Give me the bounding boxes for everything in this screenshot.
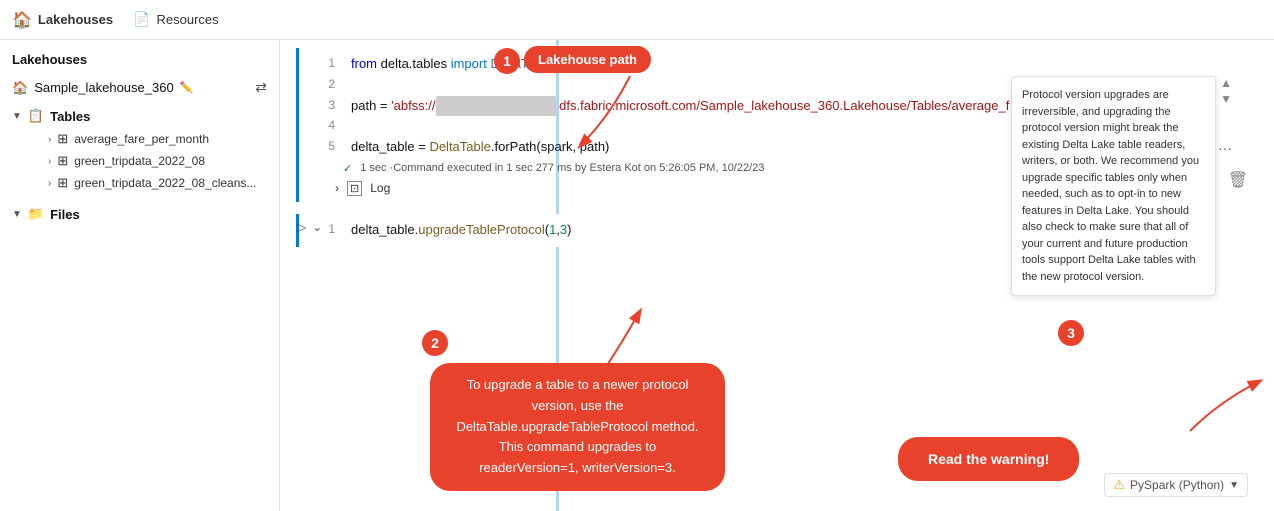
callout-1-num: 1 <box>494 48 520 74</box>
tables-label: Tables <box>50 109 90 124</box>
scroll-up-icon[interactable]: ▲ <box>1220 76 1232 90</box>
table-icon-3: ⊞ <box>57 175 68 191</box>
pyspark-badge[interactable]: ⚠ PySpark (Python) ▼ <box>1104 473 1248 497</box>
scroll-down-icon[interactable]: ▼ <box>1220 92 1232 106</box>
tables-section: ▼ 📋 Tables › ⊞ average_fare_per_month › … <box>0 100 279 198</box>
table-item-1[interactable]: › ⊞ average_fare_per_month <box>20 128 267 150</box>
tables-icon: 📋 <box>28 108 44 124</box>
code-area: 1 from delta.tables import DeltaTable 2 … <box>280 40 1274 511</box>
sidebar: Lakehouses 🏠 Sample_lakehouse_360 ✏️ ⇄ ▼… <box>0 40 280 511</box>
files-label: Files <box>50 207 80 222</box>
table-label-3: green_tripdata_2022_08_cleans... <box>74 176 256 190</box>
chevron-icon-2: › <box>48 156 51 167</box>
delete-button[interactable]: 🗑 <box>1228 170 1248 190</box>
sidebar-title: Lakehouses <box>0 48 279 75</box>
callout-3-box: Read the warning! <box>898 437 1079 481</box>
log-label: Log <box>370 181 390 195</box>
lakehouse-name: 🏠 Sample_lakehouse_360 ✏️ <box>12 80 193 96</box>
files-icon: 📁 <box>28 206 44 222</box>
resources-icon: 📄 <box>133 11 150 28</box>
warning-box: Protocol version upgrades are irreversib… <box>1011 76 1216 296</box>
warning-scroll: ▲ ▼ <box>1220 76 1232 106</box>
table-label-1: average_fare_per_month <box>74 132 209 146</box>
callout-1-box: Lakehouse path <box>524 46 651 73</box>
edit-icon: ✏️ <box>180 81 194 94</box>
table-label-2: green_tripdata_2022_08 <box>74 154 205 168</box>
callout-2-box: To upgrade a table to a newer protocol v… <box>430 363 725 491</box>
exec-check-icon: ✓ <box>343 162 352 175</box>
expand-icon[interactable]: ⌄ <box>312 220 322 234</box>
table-item-2[interactable]: › ⊞ green_tripdata_2022_08 <box>20 150 267 172</box>
exec-info-text: 1 sec ·Command executed in 1 sec 277 ms … <box>360 162 764 174</box>
resources-label: Resources <box>157 12 219 27</box>
table-icon-2: ⊞ <box>57 153 68 169</box>
chevron-icon: › <box>48 134 51 145</box>
code-line-1: 1 from delta.tables import DeltaTable <box>307 54 1262 75</box>
table-item-3[interactable]: › ⊞ green_tripdata_2022_08_cleans... <box>20 172 267 194</box>
pyspark-label: PySpark (Python) <box>1130 478 1224 492</box>
table-icon-1: ⊞ <box>57 131 68 147</box>
tables-chevron: ▼ <box>12 111 22 122</box>
resources-tab[interactable]: 📄 Resources <box>133 11 219 28</box>
warning-text: Protocol version upgrades are irreversib… <box>1022 89 1199 283</box>
pyspark-chevron: ▼ <box>1229 480 1239 491</box>
files-section: ▼ 📁 Files <box>0 198 279 230</box>
more-options-button[interactable]: ··· <box>1218 140 1232 156</box>
files-chevron: ▼ <box>12 209 22 220</box>
lakehouses-icon: 🏠 <box>12 10 32 30</box>
log-expand-icon: › <box>335 181 339 195</box>
tables-header[interactable]: ▼ 📋 Tables <box>12 104 267 128</box>
run-icon[interactable]: ▷ <box>297 220 306 234</box>
refresh-icon[interactable]: ⇄ <box>255 79 267 96</box>
log-box-icon: ⊡ <box>347 181 362 196</box>
delete-icon: 🗑 <box>1228 172 1248 189</box>
chevron-icon-3: › <box>48 178 51 189</box>
lakehouse-icon: 🏠 <box>12 80 28 96</box>
callout-2-num: 2 <box>422 330 448 356</box>
lakehouses-tab[interactable]: 🏠 Lakehouses <box>12 10 113 30</box>
lakehouse-name-label: Sample_lakehouse_360 <box>34 80 174 95</box>
top-bar: 🏠 Lakehouses 📄 Resources <box>0 0 1274 40</box>
ellipsis-icon: ··· <box>1218 140 1232 156</box>
warning-triangle-icon: ⚠ <box>1113 477 1125 493</box>
lakehouses-label: Lakehouses <box>38 12 113 27</box>
callout-3-num: 3 <box>1058 320 1084 346</box>
lakehouse-row[interactable]: 🏠 Sample_lakehouse_360 ✏️ ⇄ <box>0 75 279 100</box>
files-header[interactable]: ▼ 📁 Files <box>12 202 267 226</box>
